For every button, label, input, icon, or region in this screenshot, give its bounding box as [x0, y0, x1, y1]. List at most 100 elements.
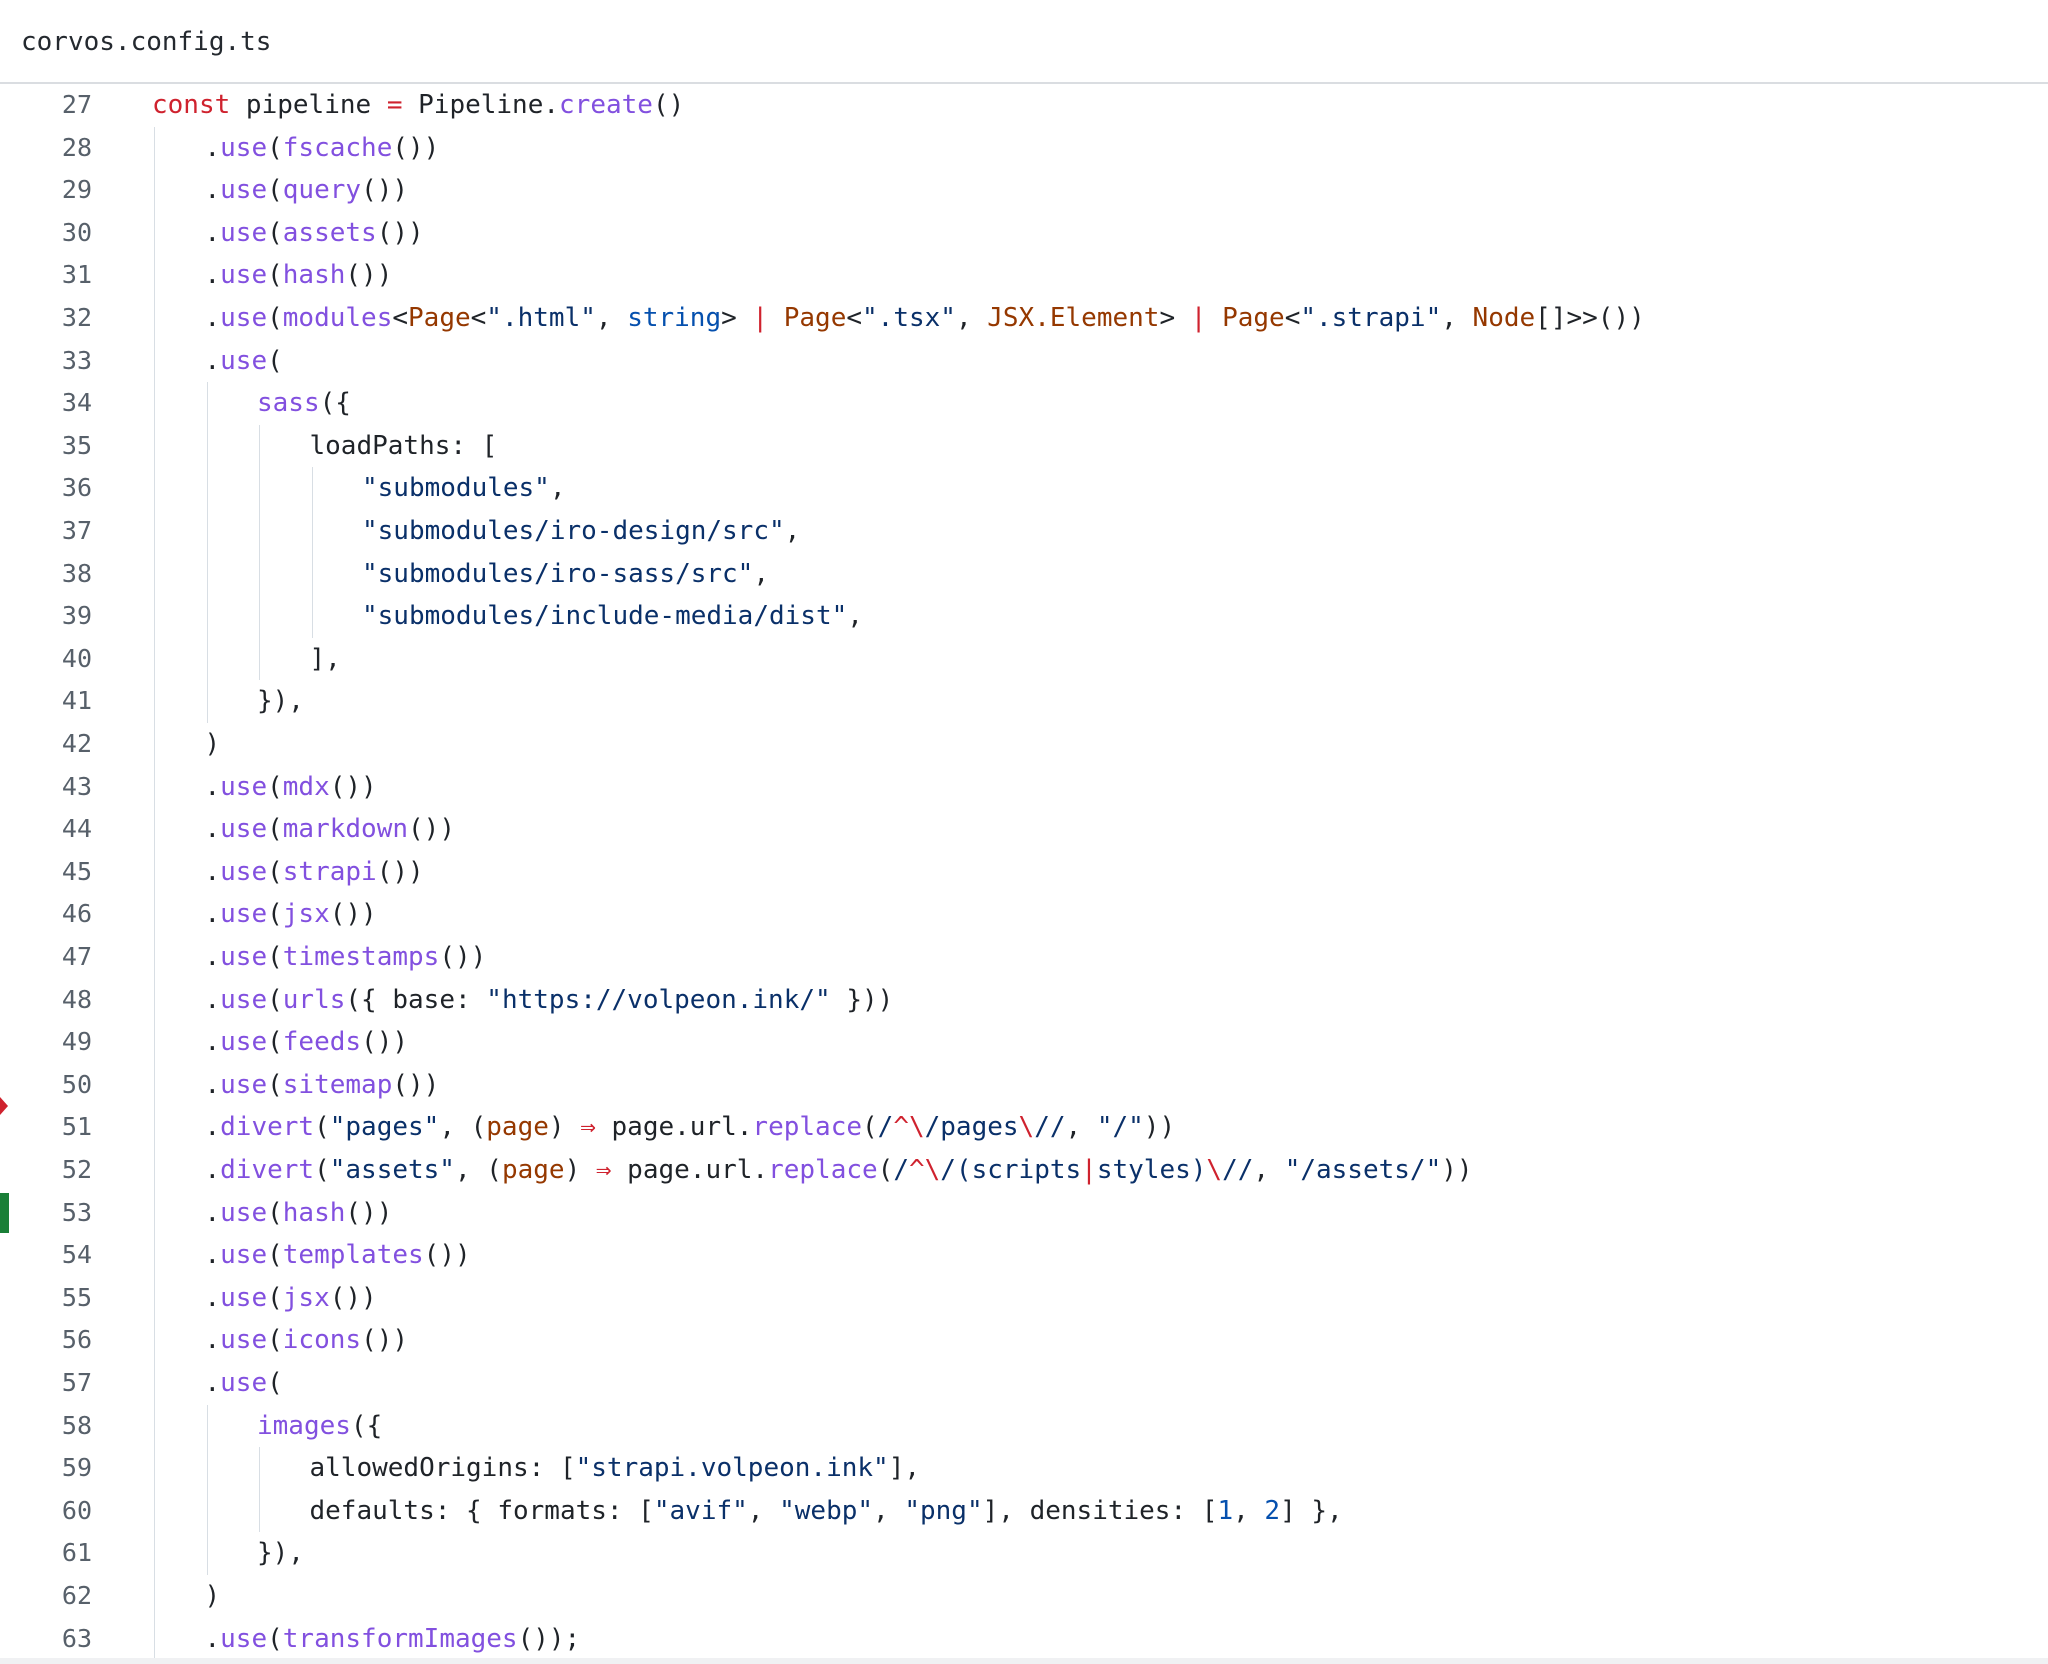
code-line[interactable]: 52 .divert("assets", (page) ⇒ page.url.re…: [0, 1149, 2048, 1192]
line-number[interactable]: 38: [40, 553, 92, 596]
line-number[interactable]: 28: [40, 127, 92, 170]
code-line[interactable]: 41}),: [0, 680, 2048, 723]
line-number[interactable]: 36: [40, 467, 92, 510]
code-line[interactable]: 29 .use(query()): [0, 169, 2048, 212]
line-number[interactable]: 37: [40, 510, 92, 553]
line-number[interactable]: 46: [40, 893, 92, 936]
code-line[interactable]: 58 images({: [0, 1405, 2048, 1448]
code-token: (: [267, 1325, 283, 1356]
code-line[interactable]: 28 .use(fscache()): [0, 127, 2048, 170]
code-token: jsx: [282, 899, 330, 930]
line-number[interactable]: 29: [40, 169, 92, 212]
line-number[interactable]: 56: [40, 1319, 92, 1362]
line-number[interactable]: 32: [40, 297, 92, 340]
line-number[interactable]: 49: [40, 1021, 92, 1064]
code-line[interactable]: 55 .use(jsx()): [0, 1277, 2048, 1320]
code-line[interactable]: 42): [0, 723, 2048, 766]
code-line[interactable]: 27 const pipeline = Pipeline.create(): [0, 84, 2048, 127]
code-line[interactable]: 34 sass({: [0, 382, 2048, 425]
horizontal-scrollbar[interactable]: [0, 1658, 2048, 1664]
code-token: "assets": [329, 1155, 455, 1185]
code-line[interactable]: 57 .use(: [0, 1362, 2048, 1405]
line-number[interactable]: 43: [40, 766, 92, 809]
modified-line-marker[interactable]: [0, 1192, 9, 1233]
code-token: use: [220, 942, 268, 972]
line-number[interactable]: 41: [40, 680, 92, 723]
line-number[interactable]: 33: [40, 340, 92, 383]
code-text: .divert("assets", (page) ⇒ page.url.repl…: [205, 1149, 1473, 1192]
code-line[interactable]: 50 .use(sitemap()): [0, 1064, 2048, 1107]
code-line[interactable]: 33 .use(: [0, 340, 2048, 383]
line-number[interactable]: 30: [40, 212, 92, 255]
code-token: ({: [350, 1410, 383, 1441]
code-token: use: [220, 132, 268, 163]
line-number[interactable]: 60: [40, 1490, 92, 1533]
code-line[interactable]: 36 "submodules",: [0, 467, 2048, 510]
line-number[interactable]: 48: [40, 979, 92, 1022]
line-number[interactable]: 62: [40, 1575, 92, 1618]
code-line[interactable]: 32 .use(modules<Page<".html", string> | P…: [0, 297, 2048, 340]
line-number[interactable]: 53: [40, 1192, 92, 1235]
code-line[interactable]: 38 "submodules/iro-sass/src",: [0, 553, 2048, 596]
line-number[interactable]: 52: [40, 1149, 92, 1192]
line-number[interactable]: 63: [40, 1618, 92, 1658]
code-token: "submodules/iro-design/src": [362, 516, 785, 546]
code-line[interactable]: 37 "submodules/iro-design/src",: [0, 510, 2048, 553]
line-number[interactable]: 42: [40, 723, 92, 766]
code-text: .use(mdx()): [205, 766, 377, 809]
code-token: ],: [888, 1453, 920, 1484]
code-line[interactable]: 63 .use(transformImages());: [0, 1618, 2048, 1658]
line-number[interactable]: 27: [40, 84, 92, 127]
code-line[interactable]: 56 .use(icons()): [0, 1319, 2048, 1362]
code-line[interactable]: 35 loadPaths: [: [0, 425, 2048, 468]
deleted-line-marker[interactable]: [0, 1097, 8, 1116]
code-line[interactable]: 59 allowedOrigins: ["strapi.volpeon.ink"]…: [0, 1447, 2048, 1490]
line-number[interactable]: 57: [40, 1362, 92, 1405]
line-number[interactable]: 44: [40, 808, 92, 851]
code-token: ,: [1253, 1155, 1285, 1185]
line-number[interactable]: 54: [40, 1234, 92, 1277]
code-line[interactable]: 46 .use(jsx()): [0, 893, 2048, 936]
code-token: "/": [1096, 1112, 1144, 1143]
code-line[interactable]: 30 .use(assets()): [0, 212, 2048, 255]
line-number[interactable]: 61: [40, 1532, 92, 1575]
code-token: use: [220, 217, 268, 248]
code-token: .: [204, 1197, 221, 1228]
code-token: loadPaths: [: [309, 430, 498, 461]
code-token: use: [220, 1623, 268, 1654]
code-line[interactable]: 44 .use(markdown()): [0, 808, 2048, 851]
line-number[interactable]: 59: [40, 1447, 92, 1490]
line-number[interactable]: 39: [40, 595, 92, 638]
line-number[interactable]: 34: [40, 382, 92, 425]
code-editor[interactable]: 27 const pipeline = Pipeline.create() 28 .u…: [0, 84, 2048, 1658]
code-line[interactable]: 53 .use(hash()): [0, 1192, 2048, 1235]
code-token: markdown: [282, 814, 409, 845]
code-line[interactable]: 48 .use(urls({ base: "https://volpeon.ink…: [0, 979, 2048, 1022]
code-line[interactable]: 62): [0, 1575, 2048, 1618]
line-number[interactable]: 50: [40, 1064, 92, 1107]
code-token: mdx: [282, 771, 330, 802]
code-line[interactable]: 47 .use(timestamps()): [0, 936, 2048, 979]
code-line[interactable]: 31 .use(hash()): [0, 254, 2048, 297]
line-number[interactable]: 40: [40, 638, 92, 681]
line-number[interactable]: 47: [40, 936, 92, 979]
code-line[interactable]: 40],: [0, 638, 2048, 681]
line-number[interactable]: 35: [40, 425, 92, 468]
code-line[interactable]: 39 "submodules/include-media/dist",: [0, 595, 2048, 638]
code-line[interactable]: 61}),: [0, 1532, 2048, 1575]
code-line[interactable]: 43 .use(mdx()): [0, 766, 2048, 809]
code-line[interactable]: 49 .use(feeds()): [0, 1021, 2048, 1064]
code-text: .use(strapi()): [205, 851, 424, 894]
code-line[interactable]: 60 defaults: { formats: ["avif", "webp", …: [0, 1490, 2048, 1533]
line-number[interactable]: 31: [40, 254, 92, 297]
code-line[interactable]: 45 .use(strapi()): [0, 851, 2048, 894]
line-number[interactable]: 58: [40, 1405, 92, 1448]
code-token: create: [559, 90, 653, 120]
code-token: ()): [329, 899, 377, 930]
code-line[interactable]: 54 .use(templates()): [0, 1234, 2048, 1277]
line-number[interactable]: 55: [40, 1277, 92, 1320]
code-line[interactable]: 51 .divert("pages", (page) ⇒ page.url.rep…: [0, 1106, 2048, 1149]
line-number[interactable]: 45: [40, 851, 92, 894]
line-number[interactable]: 51: [40, 1106, 92, 1149]
file-name[interactable]: corvos.config.ts: [21, 22, 271, 62]
